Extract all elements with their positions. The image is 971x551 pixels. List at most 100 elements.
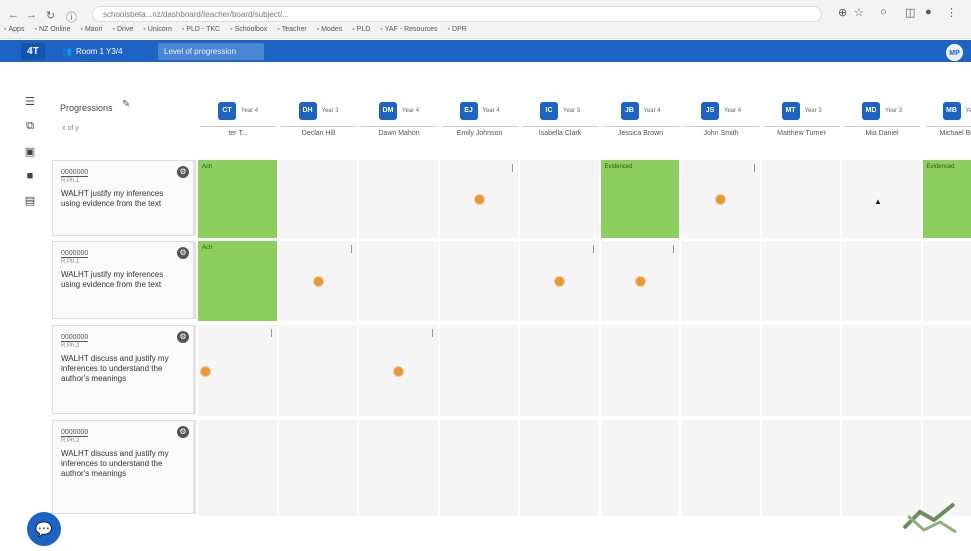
criteria-card[interactable]: 0000000 R.Ph.2 WALHT discuss and justify m… bbox=[52, 325, 196, 414]
progress-dot[interactable] bbox=[715, 194, 726, 205]
progress-dot[interactable] bbox=[473, 194, 485, 205]
progress-cell[interactable] bbox=[842, 241, 922, 323]
chat-button[interactable]: 💬 bbox=[27, 512, 61, 546]
criteria-card[interactable]: 0000000 R.Ph.1 WALHT justify my inferences… bbox=[52, 241, 196, 319]
progress-cell[interactable] bbox=[439, 420, 519, 518]
student-column-header[interactable]: JS Year 4 John Smith bbox=[681, 102, 761, 147]
progress-cell[interactable] bbox=[359, 325, 439, 418]
progress-cell[interactable] bbox=[600, 241, 680, 323]
bookmark-item[interactable]: ▪ Maori bbox=[80, 26, 102, 38]
extensions-icon[interactable]: ○ bbox=[880, 6, 887, 18]
bookmark-item[interactable]: ▪ Teacher bbox=[277, 26, 306, 38]
progress-dot[interactable] bbox=[200, 365, 211, 377]
student-column-header[interactable]: JB Year 4 Jessica Brown bbox=[601, 102, 681, 147]
cell-marker bbox=[270, 329, 272, 337]
progress-cell[interactable] bbox=[278, 160, 358, 240]
progress-cell[interactable] bbox=[278, 325, 358, 418]
progress-cell[interactable] bbox=[359, 241, 439, 323]
menu-icon[interactable]: ⋮ bbox=[946, 6, 957, 19]
reload-icon[interactable]: ↻ bbox=[46, 9, 55, 22]
progress-cell[interactable] bbox=[600, 325, 680, 418]
gear-icon[interactable]: ⚙ bbox=[177, 331, 189, 343]
bookmark-item[interactable]: ▪ Unicorn bbox=[143, 26, 172, 38]
progress-dot[interactable] bbox=[554, 276, 565, 287]
criteria-card[interactable]: 0000000 R.Ph.2 WALHT discuss and justify m… bbox=[52, 420, 196, 514]
progress-cell[interactable] bbox=[681, 160, 761, 240]
progress-cell[interactable] bbox=[922, 241, 971, 323]
student-column-header[interactable]: MB Year 4 Michael Brown bbox=[923, 102, 971, 147]
address-bar[interactable]: schoolsbeta...nz/dashboard/teacher/board… bbox=[92, 6, 822, 22]
bookmark-item[interactable]: ▪ Apps bbox=[4, 26, 24, 38]
sidebar-icon[interactable]: ◫ bbox=[905, 6, 915, 19]
student-column-header[interactable]: IC Year 3 Isabella Clark bbox=[520, 102, 600, 147]
profile-icon[interactable]: ● bbox=[925, 6, 932, 18]
progress-cell[interactable] bbox=[761, 160, 841, 240]
gear-icon[interactable]: ⚙ bbox=[177, 166, 189, 178]
progress-cell[interactable] bbox=[439, 325, 519, 418]
app-logo[interactable]: 4T bbox=[21, 43, 45, 60]
bookmark-item[interactable]: ▪ YAF - Resources bbox=[380, 26, 437, 38]
bookmark-item[interactable]: ▪ Modes bbox=[317, 26, 343, 38]
progress-cell[interactable] bbox=[761, 325, 841, 418]
mouse-cursor-icon: ▲ bbox=[874, 197, 882, 206]
gear-icon[interactable]: ⚙ bbox=[177, 426, 189, 438]
progress-cell[interactable] bbox=[359, 160, 439, 240]
progress-cell[interactable] bbox=[842, 325, 922, 418]
progress-cell[interactable] bbox=[681, 241, 761, 323]
student-column-header[interactable]: DH Year 3 Declan Hill bbox=[279, 102, 359, 147]
back-icon[interactable]: ← bbox=[8, 9, 19, 21]
progress-cell[interactable] bbox=[761, 241, 841, 323]
student-column-header[interactable]: MD Year 3 Mia Daniel bbox=[842, 102, 922, 147]
progress-cell[interactable] bbox=[600, 420, 680, 518]
criteria-card[interactable]: 0000000 R.Ph.1 WALHT justify my inferences… bbox=[52, 160, 196, 236]
star-icon[interactable]: ☆ bbox=[854, 6, 864, 19]
progress-cell[interactable] bbox=[439, 160, 519, 240]
progress-cell[interactable] bbox=[761, 420, 841, 518]
bookmark-item[interactable]: ▪ PLD - TKC bbox=[182, 26, 220, 38]
progress-cell[interactable] bbox=[198, 420, 278, 518]
progress-cell[interactable]: Evidenced bbox=[600, 160, 680, 240]
progress-cell[interactable]: Evidenced bbox=[922, 160, 971, 240]
progress-cell[interactable] bbox=[278, 420, 358, 518]
progress-cell[interactable] bbox=[681, 325, 761, 418]
progress-dot[interactable] bbox=[312, 276, 324, 287]
forward-icon[interactable]: → bbox=[26, 9, 37, 21]
progress-cell[interactable] bbox=[359, 420, 439, 518]
progress-cell[interactable]: Ach bbox=[198, 160, 278, 240]
zoom-icon[interactable]: ⊕ bbox=[838, 6, 847, 19]
pencil-icon[interactable]: ✎ bbox=[122, 99, 130, 110]
progress-cell[interactable] bbox=[278, 241, 358, 323]
student-column-header[interactable]: DM Year 4 Dawn Mahon bbox=[359, 102, 439, 147]
site-info-icon[interactable]: ⓘ bbox=[66, 9, 77, 25]
student-avatar: CT bbox=[218, 102, 236, 120]
menu-icon[interactable]: ☰ bbox=[25, 95, 35, 108]
schedule-icon[interactable]: ▤ bbox=[25, 194, 35, 207]
progress-cell[interactable] bbox=[681, 420, 761, 518]
bookmark-item[interactable]: ▪ NZ Online bbox=[34, 26, 70, 38]
progress-cell[interactable] bbox=[198, 325, 278, 418]
user-avatar[interactable]: MP bbox=[946, 44, 963, 61]
student-column-header[interactable]: MT Year 3 Matthew Turner bbox=[762, 102, 842, 147]
progress-dot[interactable] bbox=[393, 365, 404, 377]
copy-icon[interactable]: ⧉ bbox=[26, 120, 34, 133]
student-column-header[interactable]: CT Year 4 ter T... bbox=[198, 102, 278, 147]
progress-cell[interactable]: Ach bbox=[198, 241, 278, 323]
progress-cell[interactable] bbox=[520, 160, 600, 240]
progress-cell[interactable] bbox=[439, 241, 519, 323]
progress-cell[interactable] bbox=[520, 325, 600, 418]
bookmark-item[interactable]: ▪ PLD bbox=[352, 26, 370, 38]
bookmark-item[interactable]: ▪ Drive bbox=[112, 26, 133, 38]
bookmark-item[interactable]: ▪ DPR bbox=[448, 26, 467, 38]
cell-marker bbox=[431, 329, 433, 337]
bookmark-item[interactable]: ▪ Schoolbox bbox=[230, 26, 267, 38]
progress-dot[interactable] bbox=[634, 276, 646, 287]
student-column-header[interactable]: EJ Year 4 Emily Johnson bbox=[440, 102, 520, 147]
progress-cell[interactable] bbox=[922, 325, 971, 418]
tab-progression[interactable]: Level of progression bbox=[158, 43, 264, 60]
progress-cell[interactable] bbox=[520, 420, 600, 518]
class-selector[interactable]: 👥 Room 1 Y3/4 bbox=[62, 42, 123, 60]
progress-cell[interactable] bbox=[520, 241, 600, 323]
calendar-icon[interactable]: ▣ bbox=[25, 145, 35, 158]
save-icon[interactable]: ■ bbox=[27, 170, 34, 182]
gear-icon[interactable]: ⚙ bbox=[177, 247, 189, 259]
